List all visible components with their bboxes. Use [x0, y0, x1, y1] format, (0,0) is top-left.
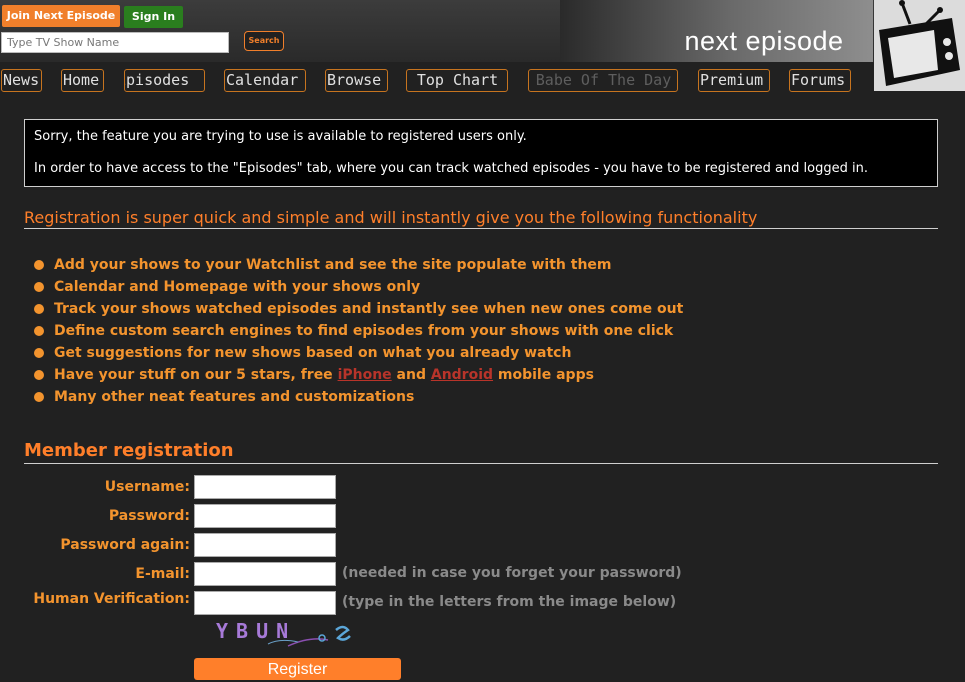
member-registration-title: Member registration [24, 440, 938, 464]
password-label: Password: [108, 508, 190, 524]
password-field[interactable] [194, 504, 336, 528]
feature-text: Define custom search engines to find epi… [54, 323, 674, 339]
password-again-field[interactable] [194, 533, 336, 557]
nav-premium[interactable]: Premium [698, 69, 770, 92]
nav-home[interactable]: Home [61, 69, 104, 92]
username-label: Username: [104, 479, 190, 495]
list-item: Many other neat features and customizati… [34, 386, 914, 408]
registration-intro: Registration is super quick and simple a… [24, 208, 938, 229]
feature-list: Add your shows to your Watchlist and see… [34, 254, 914, 408]
list-item: Get suggestions for new shows based on w… [34, 342, 914, 364]
site-logo-text[interactable]: next episode [664, 26, 864, 58]
main-nav: News Home Episodes Calendar Browse Top C… [0, 62, 874, 100]
nav-calendar[interactable]: Calendar [224, 69, 306, 92]
password-again-label: Password again: [60, 537, 190, 553]
nav-forums[interactable]: Forums [789, 69, 851, 92]
list-item: Add your shows to your Watchlist and see… [34, 254, 914, 276]
nav-news[interactable]: News [1, 69, 42, 92]
nav-browse[interactable]: Browse [325, 69, 388, 92]
bullet-icon [34, 282, 44, 292]
feature-text: Have your stuff on our 5 stars, free [54, 367, 333, 383]
feature-text: Add your shows to your Watchlist and see… [54, 257, 612, 273]
human-verification-label: Human Verification: [33, 591, 190, 607]
sign-in-button[interactable]: Sign In [124, 6, 183, 28]
tv-logo[interactable] [874, 0, 965, 91]
feature-text: and [396, 367, 426, 383]
nav-babe-of-the-day[interactable]: Babe Of The Day [528, 69, 678, 92]
bullet-icon [34, 348, 44, 358]
list-item: Have your stuff on our 5 stars, free iPh… [34, 364, 914, 386]
bullet-icon [34, 304, 44, 314]
feature-text: Track your shows watched episodes and in… [54, 301, 684, 317]
notice-line-1: Sorry, the feature you are trying to use… [34, 129, 527, 144]
bullet-icon [34, 260, 44, 270]
username-field[interactable] [194, 475, 336, 499]
feature-text: Calendar and Homepage with your shows on… [54, 279, 421, 295]
feature-text: Many other neat features and customizati… [54, 389, 415, 405]
email-label: E-mail: [135, 566, 190, 582]
bullet-icon [34, 326, 44, 336]
feature-text: mobile apps [497, 367, 594, 383]
email-field[interactable] [194, 562, 336, 586]
iphone-link[interactable]: iPhone [338, 367, 392, 383]
list-item: Track your shows watched episodes and in… [34, 298, 914, 320]
captcha-image: YBUN [210, 618, 360, 650]
captcha-hint: (type in the letters from the image belo… [342, 594, 677, 610]
email-hint: (needed in case you forget your password… [342, 565, 682, 581]
list-item: Define custom search engines to find epi… [34, 320, 914, 342]
tv-icon [879, 0, 960, 86]
search-button[interactable]: Search [244, 31, 284, 51]
captcha-field[interactable] [194, 591, 336, 615]
nav-episodes[interactable]: Episodes [124, 69, 205, 92]
captcha-text: YBUN [216, 619, 297, 643]
android-link[interactable]: Android [431, 367, 493, 383]
notice-line-2: In order to have access to the "Episodes… [34, 161, 868, 176]
feature-text: Get suggestions for new shows based on w… [54, 345, 572, 361]
list-item: Calendar and Homepage with your shows on… [34, 276, 914, 298]
search-input[interactable] [1, 32, 229, 53]
bullet-icon [34, 392, 44, 402]
bullet-icon [34, 370, 44, 380]
registered-only-notice: Sorry, the feature you are trying to use… [24, 119, 938, 187]
join-button[interactable]: Join Next Episode [2, 5, 120, 27]
nav-top-chart[interactable]: Top Chart [406, 69, 508, 92]
